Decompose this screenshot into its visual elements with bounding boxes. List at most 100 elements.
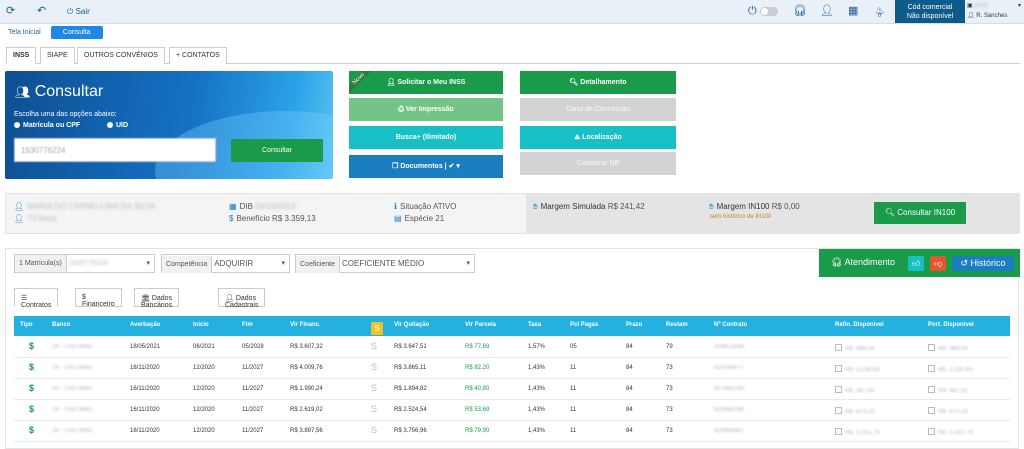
refresh-s-icon[interactable]: S (371, 404, 377, 414)
hand-icon: ✋︎ (533, 202, 538, 211)
search-icon: 🔍︎ (884, 208, 896, 217)
matricula-input[interactable] (14, 138, 216, 162)
like-button[interactable]: 👍︎ (908, 256, 924, 271)
cell-parcela: R$ 79,90 (465, 428, 490, 434)
historico-button[interactable]: ↺ Histórico (952, 256, 1014, 271)
margem-in100-label: Margem IN100 (716, 202, 770, 211)
refin-checkbox[interactable]: R$ -487,92 (835, 386, 875, 394)
cell-financ: R$ 2.619,02 (290, 407, 323, 413)
tab-dados-bancarios[interactable]: 🏛︎ Dados Bancários (134, 288, 180, 309)
cell-fim: 05/2028 (242, 344, 264, 350)
cell-parcela: R$ 77,69 (465, 344, 490, 350)
th-prazo: Prazo (626, 322, 643, 328)
user-icon[interactable]: 👤︎ (820, 5, 834, 17)
situacao-value: ATIVO (432, 202, 457, 211)
cell-quitacao: R$ 1.894,82 (394, 386, 427, 392)
tab-financeiro[interactable]: $ Financeiro (75, 288, 122, 308)
cell-banco: 29 - ITAU BMG (52, 428, 93, 434)
radio-matricula[interactable]: Matrícula ou CPF (14, 122, 80, 129)
matricula-filter-value: 1630776224 (68, 260, 108, 267)
tab-siape[interactable]: SIAPE (40, 47, 75, 64)
power-icon[interactable]: ⏻ (748, 5, 757, 17)
dib-label: DIB (239, 202, 253, 211)
back-icon[interactable]: ↶ (37, 5, 46, 17)
cell-inicio: 12/2020 (193, 386, 215, 392)
top-bar: ⟳ ↶ ⏻ Sair ⏻ 🎧︎ 👤︎ ▦ ♨ 0 Cód comercial Nã… (0, 0, 1024, 24)
port-checkbox[interactable]: R$ -968,54 (928, 344, 968, 352)
logout-button[interactable]: ⏻ Sair (67, 6, 90, 18)
refresh-s-icon[interactable]: S (371, 362, 377, 372)
historico-label: Histórico (970, 258, 1006, 268)
refresh-s-icon[interactable]: S (371, 425, 377, 435)
coeficiente-select[interactable]: Coeficiente COEFICIENTE MÉDIO ▾ (295, 254, 475, 273)
busca-button[interactable]: Busca+ (Ilimitado) (349, 126, 503, 149)
refresh-icon[interactable]: ⟳ (6, 5, 15, 17)
thumbs-down-icon: 👎︎ (933, 259, 943, 268)
thumbs-up-icon: 👍︎ (911, 259, 921, 268)
atendimento-bar: 🎧︎ Atendimento 👍︎ 👎︎ ↺ Histórico (819, 249, 1020, 277)
dollar-icon[interactable]: $ (29, 425, 34, 435)
detalhamento-button[interactable]: 🔍︎ Detalhamento (520, 71, 676, 94)
documentos-button[interactable]: ❐ Documentos | ✔ ▾ (349, 155, 503, 178)
radio-uid[interactable]: UID (107, 122, 128, 129)
tab-consulta[interactable]: Consulta (50, 26, 103, 39)
refin-checkbox[interactable]: R$ -1.001,79 (835, 428, 880, 436)
cell-contrato: 334612838 (714, 344, 745, 350)
consultar-button[interactable]: Consultar (231, 139, 323, 162)
carta-concessao-button[interactable]: Carta de Concessão (520, 98, 676, 121)
cell-quitacao: R$ 3.756,96 (394, 428, 427, 434)
localizacao-button[interactable]: ⛰ Localização (520, 126, 676, 149)
consultar-in100-button[interactable]: 🔍︎ Consultar IN100 (874, 202, 966, 224)
tab-outros-convenios[interactable]: OUTROS CONVÊNIOS (77, 47, 165, 64)
calendar-icon[interactable]: ▦ (848, 5, 858, 17)
refresh-s-icon[interactable]: S (371, 341, 377, 351)
refin-checkbox[interactable]: R$ -673,16 (835, 407, 875, 415)
cod-line2: Não disponível (906, 13, 954, 20)
port-checkbox[interactable]: R$ -673,16 (928, 407, 968, 415)
dollar-icon[interactable]: $ (29, 404, 34, 414)
beneficio-value: R$ 3.359,13 (272, 214, 316, 223)
dib-field: ▦ DIB 04/10/2013 (229, 202, 295, 211)
port-checkbox[interactable]: R$ -1.030,63 (928, 365, 973, 373)
refin-checkbox[interactable]: R$ -1.030,63 (835, 365, 880, 373)
dollar-icon[interactable]: $ (29, 362, 34, 372)
matricula-select[interactable]: 1 Matrícula(s) 1630776224 ▾ (14, 254, 155, 273)
port-checkbox[interactable]: R$ -1.001,79 (928, 428, 973, 436)
headset-icon[interactable]: 🎧︎ (793, 5, 807, 17)
cell-quitacao: R$ 2.524,54 (394, 407, 427, 413)
cell-taxa: 1,57% (528, 344, 546, 350)
dollar-icon[interactable]: $ (29, 383, 34, 393)
th-taxa: Taxa (528, 322, 542, 328)
dollar-icon[interactable]: $ (29, 341, 34, 351)
margem-simulada-field: ✋︎ Margem Simulada R$ 241,42 (533, 202, 645, 212)
ver-impressao-button[interactable]: ⎙ Ver Impressão (349, 98, 503, 121)
cadastrar-nb-button[interactable]: Cadastrar NB (520, 152, 676, 175)
th-pcl-pagas: Pcl Pagas (570, 322, 599, 328)
search-icon: 🔍︎ (569, 79, 579, 86)
user-menu[interactable]: ▣ pWM 👤︎ R. Sanches ▾ (967, 1, 1024, 23)
radio-matricula-label: Matrícula ou CPF (23, 122, 81, 129)
matricula-filter-label: 1 Matrícula(s) (15, 255, 67, 272)
refresh-s-icon[interactable]: S (371, 383, 377, 393)
cell-prazo: 84 (626, 386, 633, 392)
table-row: $29 - ITAU BMG 18/11/2020 12/2020 11/2027 R$… (14, 358, 1010, 379)
dislike-button[interactable]: 👎︎ (930, 256, 946, 271)
dib-value: 04/10/2013 (255, 202, 296, 211)
users-icon: 👥︎ (15, 85, 31, 99)
tab-dados-cadastrais[interactable]: 👤︎ Dados Cadastrais (218, 288, 266, 309)
building-icon: ▣ (967, 3, 973, 9)
tab-tela-inicial[interactable]: Tela Inicial (0, 26, 49, 39)
competencia-label: Competência (162, 256, 213, 273)
cell-restam: 73 (666, 365, 673, 371)
contratos-panel: 1 Matrícula(s) 1630776224 ▾ Competência A… (5, 248, 1020, 449)
toggle-switch[interactable] (760, 7, 778, 16)
tab-contatos[interactable]: + CONTATOS (169, 47, 227, 64)
atendimento-label[interactable]: 🎧︎ Atendimento (831, 257, 895, 268)
tab-contratos[interactable]: ☰ Contratos (14, 288, 59, 309)
port-checkbox[interactable]: R$ -487,92 (928, 386, 968, 394)
th-vlr-parcela: Vlr Parcela (465, 322, 497, 328)
competencia-select[interactable]: Competência ADQUIRIR ▾ (161, 254, 290, 273)
cell-prazo: 84 (626, 428, 633, 434)
tab-inss[interactable]: INSS (6, 47, 37, 64)
refin-checkbox[interactable]: R$ -968,54 (835, 344, 875, 352)
